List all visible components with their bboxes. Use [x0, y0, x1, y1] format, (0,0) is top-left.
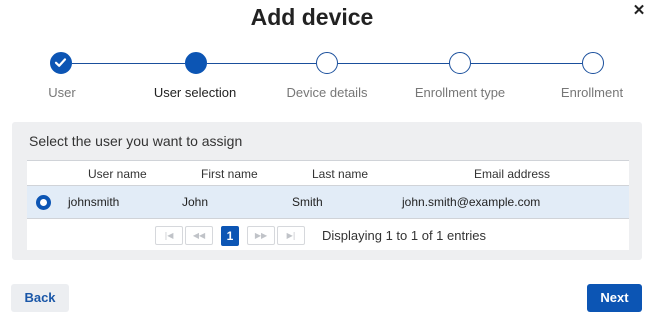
step-connector	[338, 63, 449, 64]
step-label-device-details: Device details	[286, 85, 368, 100]
cell-last-name: Smith	[292, 195, 323, 209]
current-page[interactable]: 1	[221, 226, 239, 246]
last-page-icon[interactable]: ▶|	[277, 226, 305, 245]
step-label-user-selection: User selection	[153, 85, 237, 100]
cell-email: john.smith@example.com	[402, 195, 541, 209]
stepper: User User selection Device details Enrol…	[0, 52, 656, 102]
pagination: |◀ ◀◀ 1 ▶▶ ▶| Displaying 1 to 1 of 1 ent…	[27, 219, 629, 250]
step-connector	[471, 63, 582, 64]
step-connector	[207, 63, 316, 64]
user-selection-panel: Select the user you want to assign User …	[12, 122, 642, 260]
table-header: User name First name Last name Email add…	[27, 160, 629, 186]
step-enrollment-node	[582, 52, 604, 74]
dialog-title: Add device	[250, 4, 374, 30]
step-user-selection-node	[185, 52, 207, 74]
close-icon[interactable]: ✕	[630, 2, 648, 20]
panel-heading: Select the user you want to assign	[29, 133, 243, 149]
step-device-details-node	[316, 52, 338, 74]
column-header-last-name[interactable]: Last name	[312, 167, 368, 181]
back-button[interactable]: Back	[11, 284, 69, 312]
step-connector	[72, 63, 185, 64]
step-enrollment-type-node	[449, 52, 471, 74]
pagination-info: Displaying 1 to 1 of 1 entries	[322, 228, 487, 243]
table-row[interactable]: johnsmith John Smith john.smith@example.…	[27, 186, 629, 219]
step-user-done-icon	[50, 52, 72, 74]
users-table: User name First name Last name Email add…	[27, 160, 629, 250]
step-label-enrollment: Enrollment	[560, 85, 624, 100]
next-page-icon[interactable]: ▶▶	[247, 226, 275, 245]
column-header-user-name[interactable]: User name	[88, 167, 147, 181]
cell-first-name: John	[182, 195, 209, 209]
step-label-user: User	[48, 85, 76, 100]
column-header-email[interactable]: Email address	[474, 167, 550, 181]
column-header-first-name[interactable]: First name	[201, 167, 258, 181]
row-select-radio[interactable]	[36, 195, 51, 210]
prev-page-icon[interactable]: ◀◀	[185, 226, 213, 245]
next-button[interactable]: Next	[587, 284, 642, 312]
first-page-icon[interactable]: |◀	[155, 226, 183, 245]
cell-user-name: johnsmith	[68, 195, 120, 209]
step-label-enrollment-type: Enrollment type	[414, 85, 506, 100]
